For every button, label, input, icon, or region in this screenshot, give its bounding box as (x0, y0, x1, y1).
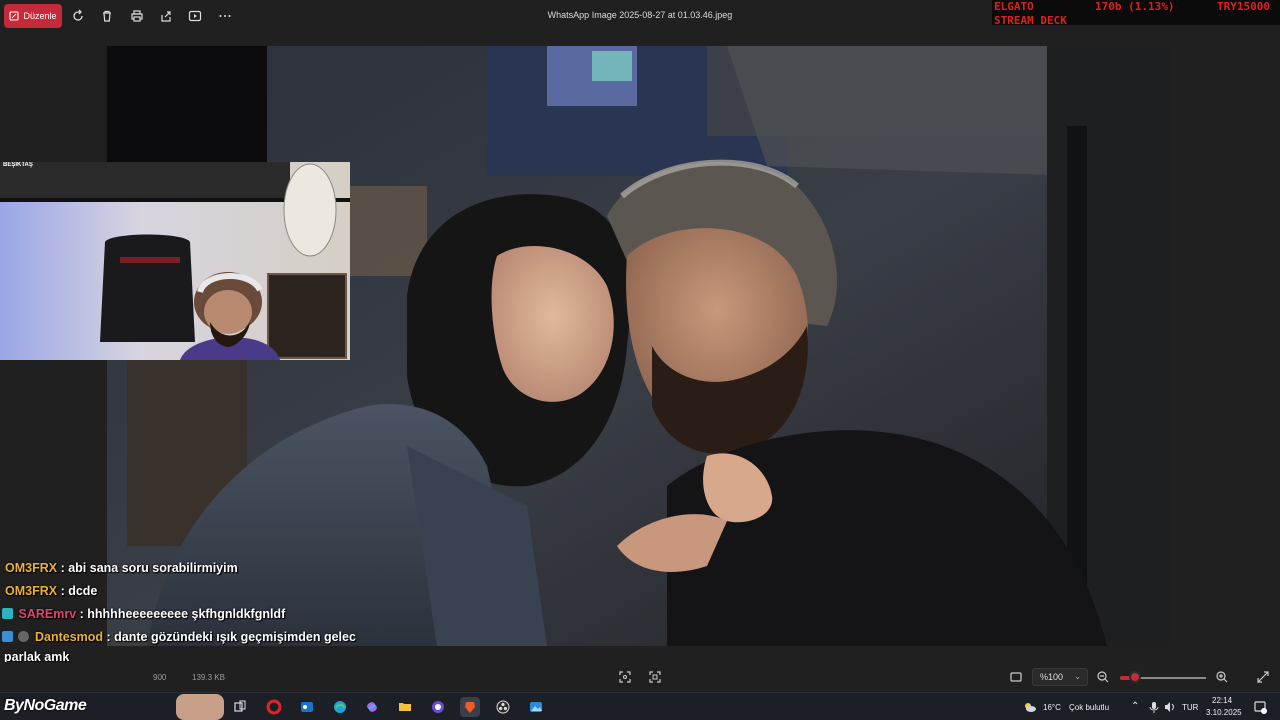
taskbar-brave[interactable] (460, 697, 480, 717)
subscriber-badge-icon (2, 608, 13, 619)
chat-message: OM3FRX : abi sana soru sorabilirmiyim (5, 561, 238, 575)
chat-text: : dante gözündeki ışık geçmişimden gelec (106, 630, 356, 644)
taskbar-obs[interactable] (493, 697, 513, 717)
input-language[interactable]: TUR (1182, 703, 1198, 712)
actual-size-button[interactable] (646, 668, 664, 686)
zoom-in-button[interactable] (1213, 668, 1231, 686)
ticker-price: TRY15000 (1217, 0, 1270, 13)
zoom-out-button[interactable] (1094, 668, 1112, 686)
browser-icon (432, 701, 444, 713)
stream-brand-overlay: ByNoGame (4, 697, 87, 714)
fit-to-screen-button[interactable] (616, 668, 634, 686)
chat-message: SAREmrv : hhhhheeeeeeeee şkfhgnldkfgnldf (2, 607, 285, 621)
ellipsis-icon (219, 15, 231, 17)
weather-temp: 16°C (1043, 703, 1061, 712)
chat-message: OM3FRX : dcde (5, 584, 97, 598)
taskbar-outlook[interactable] (297, 697, 317, 717)
chat-text: : dcde (60, 584, 98, 598)
more-options-button[interactable] (216, 7, 234, 25)
fit-window-button[interactable] (1007, 668, 1025, 686)
fullscreen-button[interactable] (1254, 668, 1272, 686)
taskbar-opera[interactable] (264, 697, 284, 717)
share-button[interactable] (157, 7, 175, 25)
outlook-icon (301, 702, 313, 712)
opera-icon (266, 699, 282, 715)
webcam-illustration (0, 162, 350, 360)
zoom-in-icon (1216, 671, 1228, 683)
search-highlight-image[interactable] (176, 694, 224, 720)
chat-text: : hhhhheeeeeeeee şkfhgnldkfgnldf (79, 607, 286, 621)
zoom-level-value: %100 (1040, 672, 1064, 682)
streamer-webcam: BEŞIKTAŞ (0, 162, 350, 360)
edit-button[interactable]: Düzenle (4, 4, 62, 28)
chat-username: OM3FRX (5, 561, 58, 575)
chat-text: : abi sana soru sorabilirmiyim (60, 561, 238, 575)
photos-app-window: Düzenle WhatsApp Image 2025-08-27 at 01.… (0, 0, 1280, 720)
chat-username: SAREmrv (18, 607, 77, 621)
copilot-icon (367, 702, 377, 712)
edge-icon (334, 701, 346, 713)
clock-time[interactable]: 22:14 (1212, 696, 1232, 705)
moderator-badge-icon (2, 631, 13, 642)
fullscreen-icon (1257, 671, 1269, 683)
chat-username: OM3FRX (5, 584, 58, 598)
slideshow-button[interactable] (186, 7, 204, 25)
weather-description: Çok bulutlu (1069, 703, 1110, 712)
taskbar-copilot[interactable] (362, 697, 382, 717)
obs-icon (496, 700, 510, 714)
file-size: 139.3 KB (192, 673, 225, 682)
shield-badge-icon (18, 631, 30, 642)
chat-message: Dantesmod : dante gözündeki ışık geçmişi… (2, 630, 356, 644)
share-icon (161, 11, 171, 22)
volume-icon[interactable] (1160, 697, 1180, 717)
delete-button[interactable] (98, 7, 116, 25)
expand-frame-icon (649, 671, 661, 683)
weather-icon[interactable] (1020, 697, 1040, 717)
zoom-level-select[interactable]: %100 ⌄ (1032, 668, 1088, 686)
chevron-down-icon: ⌄ (1074, 672, 1081, 681)
taskbar-photos[interactable] (526, 697, 546, 717)
taskbar-edge[interactable] (330, 697, 350, 717)
task-view-button[interactable] (230, 697, 250, 717)
ticker-brand: ELGATO (994, 0, 1034, 13)
status-bar: 900 139.3 KB (0, 662, 1280, 692)
print-button[interactable] (128, 7, 146, 25)
notifications-icon[interactable] (1250, 697, 1270, 717)
image-dimensions: 900 (153, 673, 167, 682)
brave-icon (465, 702, 475, 713)
rotate-button[interactable] (69, 7, 87, 25)
folder-icon (399, 703, 411, 711)
task-view-icon (234, 700, 246, 712)
photos-icon (530, 702, 542, 712)
stock-ticker-overlay: ELGATO 170b (1.13%) TRY15000 STREAM DECK (992, 0, 1280, 27)
play-frame-icon (188, 10, 202, 22)
ticker-product: STREAM DECK (994, 14, 1067, 27)
cloud-icon (1025, 703, 1036, 712)
rotate-icon (73, 9, 83, 21)
chat-username: Dantesmod (34, 630, 104, 644)
ticker-change: 170b (1.13%) (1095, 0, 1175, 13)
webcam-team-label: BEŞIKTAŞ (3, 162, 33, 168)
zoom-out-icon (1097, 671, 1109, 683)
edit-icon (9, 11, 19, 21)
taskbar-file-explorer[interactable] (395, 697, 415, 717)
edit-button-label: Düzenle (23, 11, 57, 21)
fit-window-icon (1010, 672, 1022, 682)
chevron-up-icon[interactable]: ⌃ (1131, 701, 1139, 712)
printer-icon (131, 10, 143, 22)
crop-frame-icon (619, 671, 631, 683)
taskbar-browser[interactable] (428, 697, 448, 717)
trash-icon (103, 10, 111, 22)
clock-date[interactable]: 3.10.2025 (1206, 708, 1242, 717)
